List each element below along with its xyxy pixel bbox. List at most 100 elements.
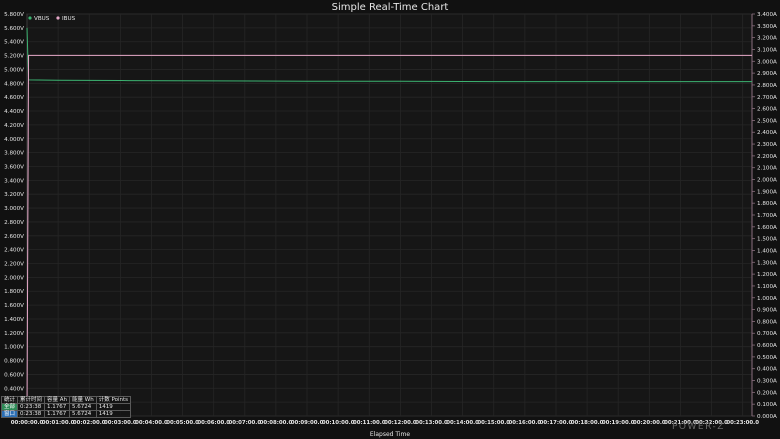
- left-tick-label: 1.000V: [4, 345, 24, 351]
- right-tick-label: 2.300A: [757, 142, 777, 148]
- right-tick-label: 1.900A: [757, 189, 777, 195]
- right-tick-label: 1.200A: [757, 272, 777, 278]
- x-tick-label: 00:20:00.0: [633, 420, 666, 426]
- left-tick-label: 1.400V: [4, 317, 24, 323]
- stats-row-all: 全部 0:23:38 1.1767 5.6724 1419: [0, 403, 132, 411]
- power-z-logo: POWER-Z: [672, 422, 725, 432]
- x-tick-label: 00:02:00.0: [73, 420, 106, 426]
- stats-tag-all[interactable]: 全部: [0, 403, 19, 411]
- left-tick-label: 0.400V: [4, 386, 24, 392]
- right-tick-label: 0.400A: [757, 367, 777, 373]
- left-tick-label: 2.200V: [4, 262, 24, 268]
- x-axis: 00:00:00.000:01:00.000:02:00.000:03:00.0…: [11, 420, 760, 426]
- right-tick-label: 0.000A: [757, 414, 777, 420]
- x-tick-label: 00:11:00.0: [353, 420, 386, 426]
- x-tick-label: 00:00:00.0: [11, 420, 44, 426]
- stats-cell: 1.1767: [44, 403, 71, 411]
- left-tick-label: 1.600V: [4, 303, 24, 309]
- legend-label-vbus: VBUS: [34, 16, 50, 22]
- left-tick-label: 1.800V: [4, 289, 24, 295]
- right-tick-label: 1.100A: [757, 284, 777, 290]
- right-tick-label: 3.400A: [757, 12, 777, 18]
- x-tick-label: 00:09:00.0: [291, 420, 324, 426]
- right-tick-label: 0.500A: [757, 355, 777, 361]
- legend-label-ibus: IBUS: [62, 16, 76, 22]
- chart: Simple Real-Time Chart 0.000V0.200V0.400…: [4, 2, 777, 438]
- right-tick-label: 2.900A: [757, 71, 777, 77]
- stats-table: 统计 累计时间 容量 Ah 能量 Wh 计数 Points 全部 0:23:38…: [0, 396, 132, 418]
- left-tick-label: 3.800V: [4, 151, 24, 157]
- left-tick-label: 1.200V: [4, 331, 24, 337]
- left-tick-label: 5.800V: [4, 12, 24, 18]
- right-tick-label: 2.600A: [757, 107, 777, 113]
- stats-cell: 5.6724: [69, 403, 97, 411]
- right-tick-label: 1.800A: [757, 201, 777, 207]
- x-tick-label: 00:04:00.0: [135, 420, 168, 426]
- right-tick-label: 0.900A: [757, 308, 777, 314]
- right-tick-label: 2.500A: [757, 118, 777, 124]
- stats-header-cell: 能量 Wh: [69, 396, 97, 404]
- left-tick-label: 2.000V: [4, 275, 24, 281]
- x-tick-label: 00:17:00.0: [540, 420, 573, 426]
- right-tick-label: 3.100A: [757, 47, 777, 53]
- x-axis-label: Elapsed Time: [370, 431, 410, 438]
- chart-title: Simple Real-Time Chart: [332, 2, 449, 13]
- stats-cell: 1419: [95, 403, 132, 411]
- stats-header-cell: 计数 Points: [95, 396, 132, 404]
- x-tick-label: 00:06:00.0: [197, 420, 230, 426]
- right-tick-label: 0.800A: [757, 319, 777, 325]
- x-tick-label: 00:14:00.0: [446, 420, 479, 426]
- right-tick-label: 2.200A: [757, 154, 777, 160]
- left-tick-label: 5.400V: [4, 40, 24, 46]
- stats-cell: 1.1767: [44, 410, 71, 418]
- left-tick-label: 4.600V: [4, 95, 24, 101]
- left-tick-label: 2.400V: [4, 248, 24, 254]
- legend-marker-vbus: [28, 16, 32, 20]
- right-tick-label: 1.000A: [757, 296, 777, 302]
- stats-header-cell: 容量 Ah: [44, 396, 71, 404]
- stats-cell: 0:23:38: [17, 410, 46, 418]
- grid: [26, 13, 753, 417]
- right-y-axis: 0.000A 0.100A 0.200A 0.300A 0.400A 0.500A 0.60…: [751, 12, 777, 420]
- right-tick-label: 2.800A: [757, 83, 777, 89]
- x-tick-label: 00:16:00.0: [509, 420, 542, 426]
- left-tick-label: 3.600V: [4, 164, 24, 170]
- right-tick-label: 1.500A: [757, 237, 777, 243]
- stats-cell: 5.6724: [69, 410, 97, 418]
- right-tick-label: 3.200A: [757, 36, 777, 42]
- right-tick-label: 0.300A: [757, 379, 777, 385]
- x-tick-label: 00:10:00.0: [322, 420, 355, 426]
- stats-header-cell: 统计: [0, 396, 19, 404]
- x-tick-label: 00:15:00.0: [477, 420, 510, 426]
- left-tick-label: 4.000V: [4, 137, 24, 143]
- right-tick-label: 0.200A: [757, 390, 777, 396]
- left-tick-label: 0.800V: [4, 359, 24, 365]
- left-tick-label: 3.000V: [4, 206, 24, 212]
- stats-cell: 0:23:38: [17, 403, 46, 411]
- left-tick-label: 3.200V: [4, 192, 24, 198]
- stats-cell: 1419: [95, 410, 132, 418]
- left-y-axis: 0.000V0.200V0.400V0.600V0.800V1.000V1.20…: [4, 12, 28, 420]
- right-tick-label: 2.700A: [757, 95, 777, 101]
- right-tick-label: 0.600A: [757, 343, 777, 349]
- x-tick-label: 00:19:00.0: [602, 420, 635, 426]
- plot-area: [26, 13, 753, 417]
- x-tick-label: 00:01:00.0: [42, 420, 75, 426]
- stats-row-window: 窗口 0:23:38 1.1767 5.6724 1419: [0, 410, 132, 418]
- right-tick-label: 0.700A: [757, 331, 777, 337]
- left-tick-label: 0.600V: [4, 372, 24, 378]
- left-tick-label: 3.400V: [4, 178, 24, 184]
- right-tick-label: 1.600A: [757, 225, 777, 231]
- right-tick-label: 2.100A: [757, 166, 777, 172]
- right-tick-label: 0.100A: [757, 402, 777, 408]
- left-tick-label: 4.400V: [4, 109, 24, 115]
- x-tick-label: 00:13:00.0: [415, 420, 448, 426]
- x-tick-label: 00:18:00.0: [571, 420, 604, 426]
- stats-header-row: 统计 累计时间 容量 Ah 能量 Wh 计数 Points: [0, 396, 132, 404]
- right-tick-label: 1.300A: [757, 260, 777, 266]
- left-tick-label: 5.200V: [4, 54, 24, 60]
- left-tick-label: 4.800V: [4, 81, 24, 87]
- stats-tag-window[interactable]: 窗口: [0, 410, 19, 418]
- legend-marker-ibus: [56, 16, 60, 20]
- x-tick-label: 00:03:00.0: [104, 420, 137, 426]
